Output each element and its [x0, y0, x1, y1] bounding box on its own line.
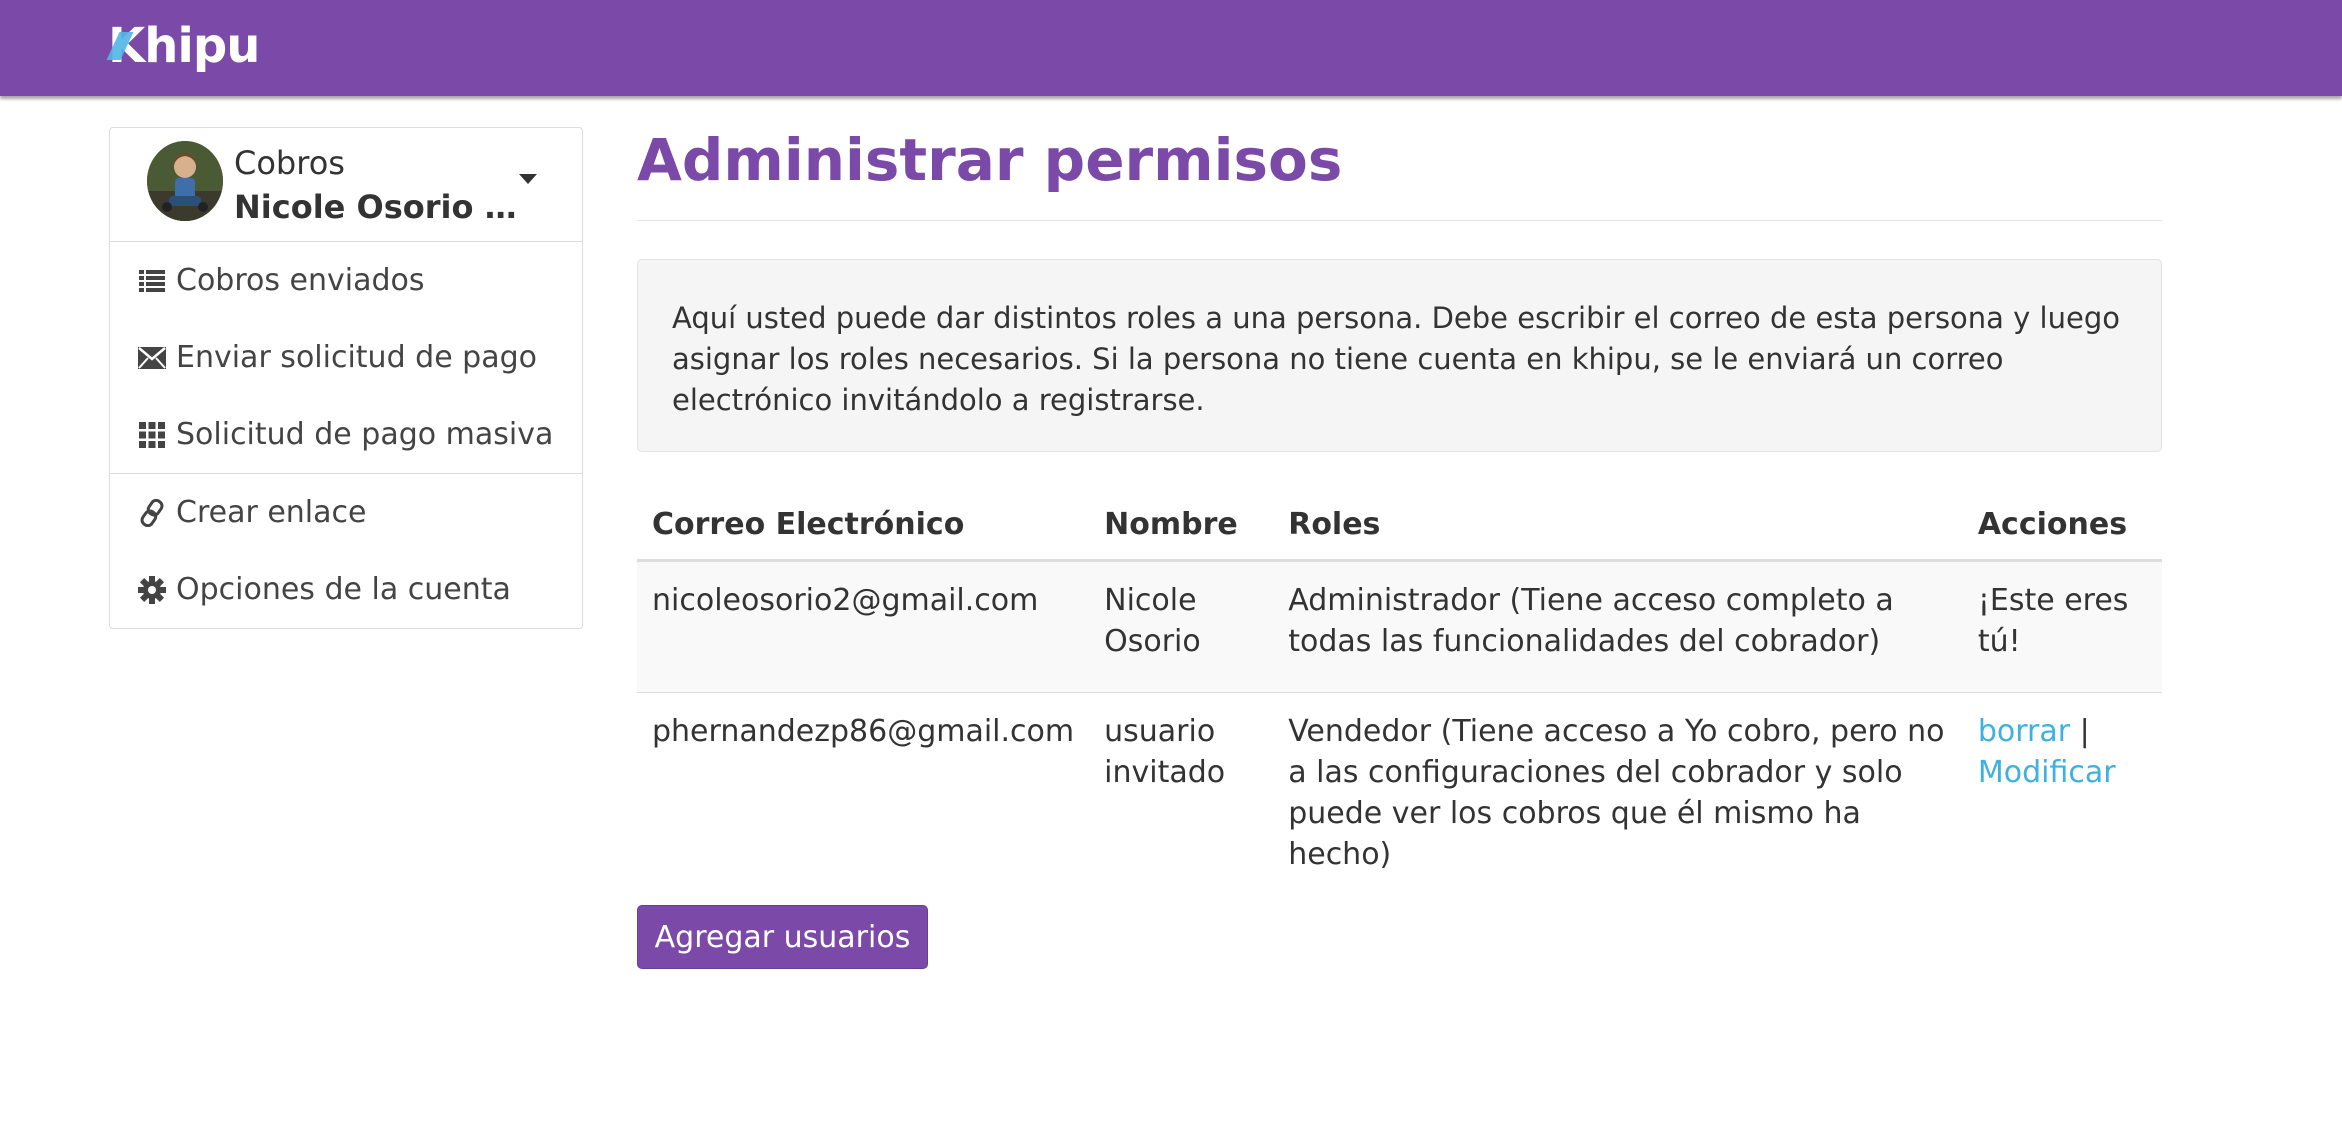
sidebar-item-cobros-enviados[interactable]: Cobros enviados	[110, 242, 582, 319]
top-navbar: Khipu	[0, 0, 2342, 96]
column-header-actions: Acciones	[1962, 490, 2162, 562]
table-row: phernandezp86@gmail.com usuario invitado…	[637, 692, 2162, 893]
gear-icon	[138, 575, 166, 605]
cell-actions: borrar | Modificar	[1962, 692, 2162, 893]
sidebar-item-label: Opciones de la cuenta	[176, 572, 511, 607]
info-panel: Aquí usted puede dar distintos roles a u…	[637, 259, 2162, 452]
logo-text: hipu	[144, 18, 260, 74]
nav-group-secondary: Crear enlace Opciones de la cuenta	[110, 474, 582, 628]
sidebar: Cobros Nicole Osorio … Cobros enviados E…	[109, 127, 583, 629]
link-icon	[138, 498, 166, 528]
title-divider	[637, 220, 2162, 221]
logo-k: K	[108, 18, 145, 74]
sidebar-item-label: Crear enlace	[176, 495, 367, 530]
column-header-email: Correo Electrónico	[637, 490, 1090, 562]
action-separator: |	[2079, 713, 2090, 749]
grid-icon	[138, 420, 166, 450]
avatar	[147, 141, 223, 221]
sidebar-item-solicitud-masiva[interactable]: Solicitud de pago masiva	[110, 396, 582, 473]
sidebar-item-opciones-cuenta[interactable]: Opciones de la cuenta	[110, 551, 582, 628]
table-row: nicoleosorio2@gmail.com Nicole Osorio Ad…	[637, 560, 2162, 693]
cell-name: usuario invitado	[1089, 692, 1274, 893]
account-switcher[interactable]: Cobros Nicole Osorio …	[110, 128, 582, 242]
sidebar-item-label: Cobros enviados	[176, 263, 425, 298]
caret-down-icon[interactable]	[519, 174, 537, 184]
column-header-roles: Roles	[1273, 490, 1963, 562]
khipu-logo[interactable]: Khipu	[108, 18, 260, 74]
delete-link[interactable]: borrar	[1978, 714, 2070, 749]
permissions-table: Correo Electrónico Nombre Roles Acciones…	[637, 490, 2162, 893]
sidebar-item-enviar-solicitud[interactable]: Enviar solicitud de pago	[110, 319, 582, 396]
envelope-icon	[138, 343, 166, 373]
sidebar-item-crear-enlace[interactable]: Crear enlace	[110, 474, 582, 551]
column-header-name: Nombre	[1089, 490, 1274, 562]
cell-email: phernandezp86@gmail.com	[637, 692, 1090, 893]
cell-role: Vendedor (Tiene acceso a Yo cobro, pero …	[1273, 692, 1963, 893]
cell-role: Administrador (Tiene acceso completo a t…	[1273, 560, 1963, 693]
cell-action-self: ¡Este eres tú!	[1962, 560, 2162, 693]
sidebar-item-label: Enviar solicitud de pago	[176, 340, 538, 375]
list-icon	[138, 266, 166, 296]
nav-group-main: Cobros enviados Enviar solicitud de pago…	[110, 242, 582, 474]
sidebar-item-label: Solicitud de pago masiva	[176, 417, 554, 452]
cell-name: Nicole Osorio	[1089, 560, 1274, 693]
add-users-button[interactable]: Agregar usuarios	[637, 905, 928, 969]
account-name: Nicole Osorio …	[234, 188, 517, 226]
account-label: Cobros	[234, 144, 345, 182]
page-title: Administrar permisos	[637, 126, 1343, 194]
modify-link[interactable]: Modificar	[1978, 755, 2116, 790]
info-text: Aquí usted puede dar distintos roles a u…	[672, 301, 2120, 417]
cell-email: nicoleosorio2@gmail.com	[637, 560, 1090, 693]
table-header-row: Correo Electrónico Nombre Roles Acciones	[637, 490, 2162, 562]
